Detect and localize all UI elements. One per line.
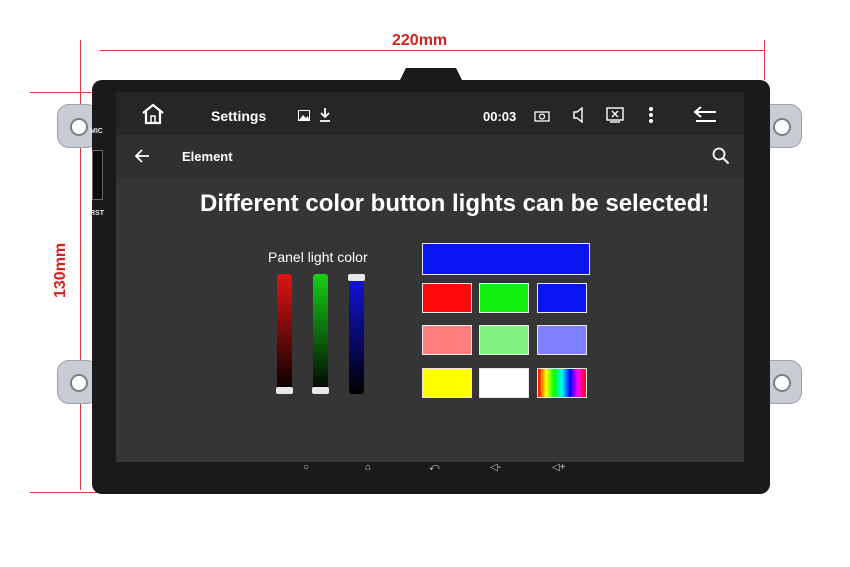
rst-label: RST	[90, 210, 104, 217]
volume-icon[interactable]	[572, 107, 586, 123]
color-swatch[interactable]	[422, 368, 472, 398]
slider-thumb-blue[interactable]	[348, 274, 365, 281]
color-swatch[interactable]	[537, 368, 587, 398]
image-icon	[298, 110, 310, 121]
right-ruler-line	[764, 40, 765, 80]
app-bar-title: Element	[182, 149, 233, 164]
home-icon[interactable]	[140, 103, 166, 125]
slider-green[interactable]	[313, 274, 328, 394]
search-icon[interactable]	[712, 147, 730, 165]
color-swatch[interactable]	[537, 325, 587, 355]
screen: Settings 00:03 Element	[116, 92, 744, 462]
slider-thumb-red[interactable]	[276, 387, 293, 394]
status-bar: Settings 00:03	[116, 92, 744, 135]
color-swatch[interactable]	[422, 283, 472, 313]
download-icon	[320, 108, 330, 122]
close-window-icon[interactable]	[606, 107, 624, 123]
back-return-icon[interactable]	[692, 105, 720, 123]
slider-thumb-green[interactable]	[312, 387, 329, 394]
panel-light-label: Panel light color	[268, 249, 368, 265]
color-swatch[interactable]	[479, 325, 529, 355]
width-dimension-label: 220mm	[392, 32, 448, 49]
nav-bar: ○ ⌂ ⤺ ◁- ◁+	[190, 462, 600, 478]
return-icon[interactable]: ⤺	[429, 462, 440, 473]
headline: Different color button lights can be sel…	[200, 190, 710, 217]
bottom-ruler-line	[30, 492, 100, 493]
color-swatch[interactable]	[479, 368, 529, 398]
home-icon[interactable]: ⌂	[365, 462, 371, 473]
height-dimension-label: 130mm	[52, 242, 69, 298]
mic-label: MIC	[90, 128, 103, 135]
volume-down-icon[interactable]: ◁-	[490, 462, 501, 473]
slider-blue[interactable]	[349, 274, 364, 394]
clock: 00:03	[483, 109, 517, 124]
sd-card-slot[interactable]	[92, 150, 103, 200]
volume-up-icon[interactable]: ◁+	[552, 462, 566, 473]
circle-icon[interactable]: ○	[303, 462, 309, 473]
color-swatch[interactable]	[537, 283, 587, 313]
preview-swatch	[422, 243, 590, 275]
top-ruler-line	[30, 92, 100, 93]
more-vert-icon[interactable]	[648, 106, 654, 124]
color-swatch[interactable]	[422, 325, 472, 355]
status-title: Settings	[211, 108, 267, 124]
app-bar: Element	[116, 135, 744, 178]
slider-red[interactable]	[277, 274, 292, 394]
color-swatch[interactable]	[479, 283, 529, 313]
width-dimension-line	[100, 50, 764, 51]
camera-icon[interactable]	[534, 110, 550, 122]
arrow-left-icon[interactable]	[134, 149, 150, 163]
